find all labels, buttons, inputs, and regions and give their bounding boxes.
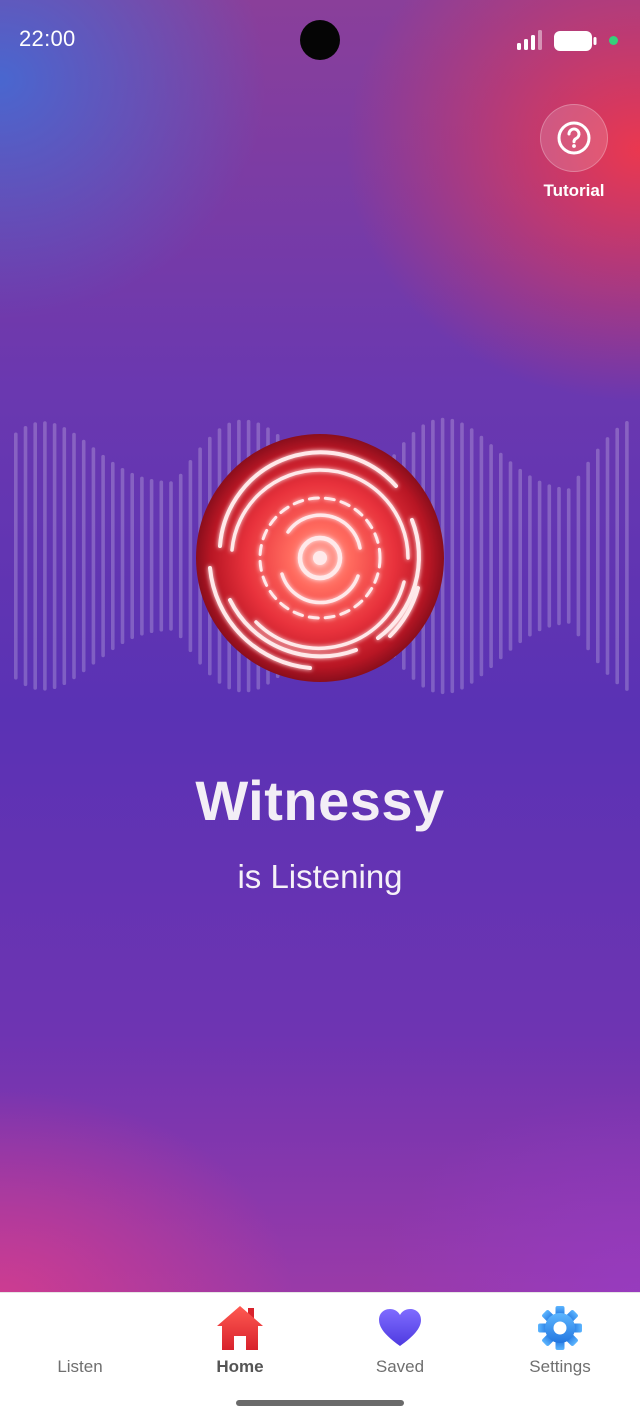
waveform-bar <box>528 475 532 637</box>
waveform-bar <box>91 447 96 665</box>
nav-item-settings[interactable]: Settings <box>480 1293 640 1393</box>
waveform-bar <box>178 473 183 639</box>
tutorial-label[interactable]: Tutorial <box>524 181 624 201</box>
waveform-bar <box>518 468 522 644</box>
waveform-bar <box>625 421 629 691</box>
waveform-bar <box>43 421 47 691</box>
waveform-bar <box>33 422 37 690</box>
nav-label-listen: Listen <box>57 1357 103 1376</box>
waveform-bar <box>149 479 154 633</box>
waveform-bar <box>460 422 464 690</box>
waveform-bar <box>557 486 561 626</box>
waveform-bar <box>52 423 57 689</box>
status-time: 22:00 <box>19 26 76 51</box>
nav-label-settings: Settings <box>529 1357 591 1376</box>
waveform-bar <box>615 427 619 685</box>
waveform-bar <box>479 435 484 677</box>
home-indicator <box>236 1400 404 1406</box>
camera-cutout <box>300 20 340 60</box>
waveform-bar <box>140 476 144 636</box>
home-screen: 22:00 Tutorial Witnessy is Listening Lis… <box>0 0 640 1422</box>
waveform-bar <box>159 480 164 632</box>
waveform-bar <box>469 428 474 684</box>
waveform-bar <box>547 484 552 628</box>
nav-label-home: Home <box>216 1357 264 1376</box>
listening-status: is Listening <box>237 858 403 895</box>
waveform-bar <box>72 432 76 680</box>
waveform-bar <box>576 475 581 637</box>
heart-icon <box>379 1309 421 1346</box>
nav-item-listen[interactable]: Listen <box>0 1293 160 1393</box>
waveform-bar <box>489 444 493 668</box>
waveform-bar <box>537 480 542 632</box>
privacy-indicator-dot <box>609 36 618 45</box>
question-circle-icon <box>557 121 591 155</box>
battery-icon <box>554 31 597 51</box>
waveform-bar <box>596 448 600 664</box>
listening-orb-button[interactable] <box>190 428 450 688</box>
waveform-bar <box>62 427 67 685</box>
tutorial-button[interactable] <box>540 104 608 172</box>
nav-label-saved: Saved <box>375 1357 425 1376</box>
waveform-bar <box>111 461 115 651</box>
waveform-bar <box>499 452 503 660</box>
waveform-icon <box>57 1307 103 1349</box>
waveform-bar <box>81 439 86 673</box>
signal-icon <box>517 30 542 50</box>
home-icon <box>217 1306 263 1350</box>
waveform-bar <box>130 472 134 640</box>
nav-item-saved[interactable]: Saved <box>320 1293 480 1393</box>
waveform-bar <box>101 454 105 658</box>
waveform-bar <box>169 481 173 631</box>
waveform-bar <box>23 426 28 687</box>
waveform-bar <box>120 468 125 644</box>
waveform-bar <box>508 461 513 651</box>
waveform-bar <box>586 461 590 651</box>
waveform-bar <box>14 432 18 680</box>
waveform-bar <box>450 418 455 694</box>
nav-item-home[interactable]: Home <box>160 1293 320 1393</box>
waveform-bar <box>605 437 610 675</box>
app-title: Witnessy <box>195 769 445 832</box>
gear-icon <box>538 1306 582 1350</box>
waveform-bar <box>566 488 571 624</box>
